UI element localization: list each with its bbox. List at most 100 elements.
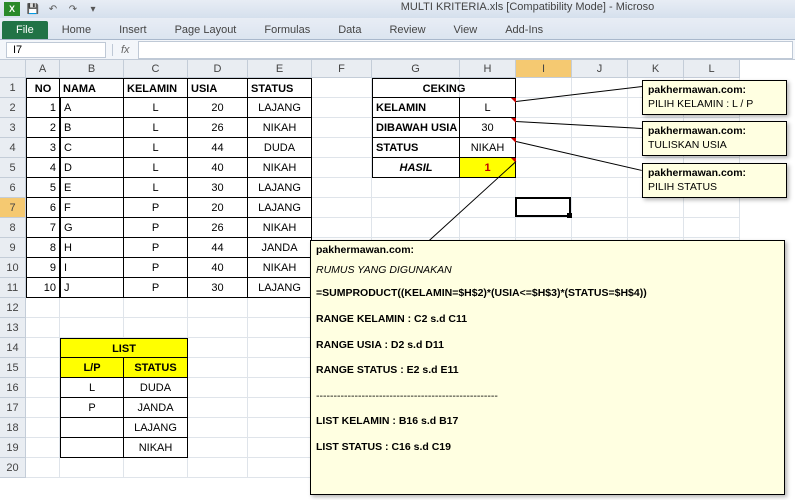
cell-H8[interactable] [460,218,516,238]
cell-C4[interactable]: L [124,138,188,158]
undo-icon[interactable]: ↶ [46,2,60,16]
cell-E15[interactable] [248,358,312,378]
cell-K8[interactable] [628,218,684,238]
cell-C6[interactable]: L [124,178,188,198]
cell-D5[interactable]: 40 [188,158,248,178]
cell-E13[interactable] [248,318,312,338]
tab-data[interactable]: Data [324,21,375,39]
cell-A8[interactable]: 7 [26,218,60,238]
row-header-1[interactable]: 1 [0,78,26,98]
cell-C19[interactable]: NIKAH [124,438,188,458]
cell-I6[interactable] [516,178,572,198]
row-header-7[interactable]: 7 [0,198,26,218]
tab-insert[interactable]: Insert [105,21,161,39]
cell-D18[interactable] [188,418,248,438]
cell-D20[interactable] [188,458,248,478]
row-header-20[interactable]: 20 [0,458,26,478]
cell-C10[interactable]: P [124,258,188,278]
col-header-G[interactable]: G [372,60,460,78]
col-header-L[interactable]: L [684,60,740,78]
row-header-13[interactable]: 13 [0,318,26,338]
col-header-E[interactable]: E [248,60,312,78]
cell-A11[interactable]: 10 [26,278,60,298]
cell-D17[interactable] [188,398,248,418]
row-header-10[interactable]: 10 [0,258,26,278]
select-all-corner[interactable] [0,60,26,78]
col-header-F[interactable]: F [312,60,372,78]
cell-B14[interactable]: LIST [60,338,188,358]
cell-D14[interactable] [188,338,248,358]
row-header-9[interactable]: 9 [0,238,26,258]
cell-A19[interactable] [26,438,60,458]
cell-A12[interactable] [26,298,60,318]
cell-C2[interactable]: L [124,98,188,118]
cell-G4[interactable]: STATUS [372,138,460,158]
row-header-12[interactable]: 12 [0,298,26,318]
cell-C17[interactable]: JANDA [124,398,188,418]
cell-F3[interactable] [312,118,372,138]
cell-A2[interactable]: 1 [26,98,60,118]
cell-L8[interactable] [684,218,740,238]
cell-B12[interactable] [60,298,124,318]
cell-A16[interactable] [26,378,60,398]
cell-F5[interactable] [312,158,372,178]
cell-A9[interactable]: 8 [26,238,60,258]
cell-F7[interactable] [312,198,372,218]
tab-page-layout[interactable]: Page Layout [161,21,251,39]
cell-A14[interactable] [26,338,60,358]
row-header-8[interactable]: 8 [0,218,26,238]
col-header-J[interactable]: J [572,60,628,78]
cell-H2[interactable]: L [460,98,516,118]
cell-E4[interactable]: DUDA [248,138,312,158]
cell-I7[interactable] [516,198,572,218]
cell-D15[interactable] [188,358,248,378]
cell-D8[interactable]: 26 [188,218,248,238]
row-header-11[interactable]: 11 [0,278,26,298]
cell-C15[interactable]: STATUS [124,358,188,378]
row-header-5[interactable]: 5 [0,158,26,178]
cell-G3[interactable]: DIBAWAH USIA [372,118,460,138]
cell-B9[interactable]: H [60,238,124,258]
row-header-15[interactable]: 15 [0,358,26,378]
cell-F8[interactable] [312,218,372,238]
cell-F4[interactable] [312,138,372,158]
cell-G6[interactable] [372,178,460,198]
tab-home[interactable]: Home [48,21,105,39]
cell-E17[interactable] [248,398,312,418]
row-header-18[interactable]: 18 [0,418,26,438]
cell-E8[interactable]: NIKAH [248,218,312,238]
cell-J8[interactable] [572,218,628,238]
cell-A18[interactable] [26,418,60,438]
col-header-I[interactable]: I [516,60,572,78]
cell-B8[interactable]: G [60,218,124,238]
cell-E18[interactable] [248,418,312,438]
row-header-17[interactable]: 17 [0,398,26,418]
cell-C13[interactable] [124,318,188,338]
cell-G2[interactable]: KELAMIN [372,98,460,118]
cell-C18[interactable]: LAJANG [124,418,188,438]
cell-C7[interactable]: P [124,198,188,218]
col-header-D[interactable]: D [188,60,248,78]
cell-E7[interactable]: LAJANG [248,198,312,218]
cell-B10[interactable]: I [60,258,124,278]
cell-C9[interactable]: P [124,238,188,258]
cell-G7[interactable] [372,198,460,218]
cell-A6[interactable]: 5 [26,178,60,198]
cell-D12[interactable] [188,298,248,318]
cell-B17[interactable]: P [60,398,124,418]
cell-B1[interactable]: NAMA [60,78,124,98]
row-header-3[interactable]: 3 [0,118,26,138]
cell-B18[interactable] [60,418,124,438]
cell-D11[interactable]: 30 [188,278,248,298]
cell-F2[interactable] [312,98,372,118]
cell-D7[interactable]: 20 [188,198,248,218]
cell-A4[interactable]: 3 [26,138,60,158]
cell-H3[interactable]: 30 [460,118,516,138]
cell-H4[interactable]: NIKAH [460,138,516,158]
cell-A17[interactable] [26,398,60,418]
cell-E11[interactable]: LAJANG [248,278,312,298]
cell-H6[interactable] [460,178,516,198]
cell-D13[interactable] [188,318,248,338]
row-header-4[interactable]: 4 [0,138,26,158]
redo-icon[interactable]: ↷ [66,2,80,16]
